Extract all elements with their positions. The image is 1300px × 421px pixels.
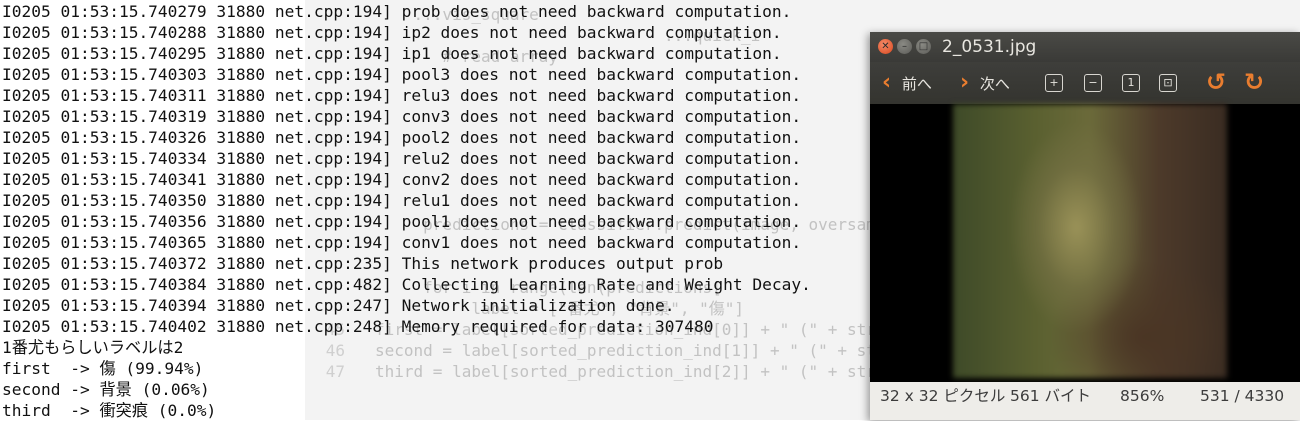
terminal-line: I0205 01:53:15.740311 31880 net.cpp:194]… [2, 86, 802, 105]
chevron-left-icon: ‹ [882, 70, 892, 95]
terminal-line: I0205 01:53:15.740365 31880 net.cpp:194]… [2, 233, 802, 252]
maximize-icon: □ [918, 41, 929, 52]
next-label: 次へ [979, 75, 1010, 93]
minimize-button[interactable]: – [897, 39, 912, 54]
terminal-line: first -> 傷 (99.94%) [2, 359, 204, 378]
image-filesize: 561 バイト [1010, 387, 1092, 405]
terminal-line: I0205 01:53:15.740326 31880 net.cpp:194]… [2, 128, 802, 147]
window-titlebar[interactable]: ✕ – □ 2_0531.jpg [870, 32, 1300, 62]
terminal-line: I0205 01:53:15.740402 31880 net.cpp:248]… [2, 317, 714, 336]
minimize-icon: – [902, 41, 907, 52]
terminal-line: I0205 01:53:15.740303 31880 net.cpp:194]… [2, 65, 802, 84]
image-dimensions: 32 x 32 ピクセル [880, 387, 1006, 405]
terminal-line: I0205 01:53:15.740295 31880 net.cpp:194]… [2, 44, 782, 63]
terminal-line: I0205 01:53:15.740279 31880 net.cpp:194]… [2, 2, 792, 21]
zoom-in-icon[interactable]: + [1045, 74, 1063, 92]
terminal-line: I0205 01:53:15.740341 31880 net.cpp:194]… [2, 170, 802, 189]
terminal-line: I0205 01:53:15.740288 31880 net.cpp:194]… [2, 23, 782, 42]
maximize-button[interactable]: □ [916, 39, 931, 54]
previous-label: 前へ [901, 75, 932, 93]
next-button[interactable]: › 次へ [960, 62, 1010, 104]
image-viewer-window: ✕ – □ 2_0531.jpg ‹ 前へ › 次へ + − 1 ⊡ ↺ ↻ 3… [870, 32, 1300, 420]
rotate-right-icon[interactable]: ↻ [1244, 68, 1264, 96]
terminal-line: I0205 01:53:15.740319 31880 net.cpp:194]… [2, 107, 802, 126]
terminal-line: I0205 01:53:15.740394 31880 net.cpp:247]… [2, 296, 675, 315]
terminal-line: I0205 01:53:15.740356 31880 net.cpp:194]… [2, 212, 802, 231]
terminal-line: 1番尤もらしいラベルは2 [2, 338, 184, 357]
chevron-right-icon: › [960, 70, 970, 95]
zoom-out-icon[interactable]: − [1084, 74, 1102, 92]
terminal-line: I0205 01:53:15.740350 31880 net.cpp:194]… [2, 191, 802, 210]
terminal-line: I0205 01:53:15.740372 31880 net.cpp:235]… [2, 254, 724, 273]
close-icon: ✕ [881, 41, 890, 52]
zoom-fit-icon[interactable]: ⊡ [1159, 74, 1177, 92]
previous-button[interactable]: ‹ 前へ [882, 62, 932, 104]
zoom-normal-icon[interactable]: 1 [1122, 74, 1140, 92]
terminal-line: I0205 01:53:15.740384 31880 net.cpp:482]… [2, 275, 811, 294]
terminal-line: I0205 01:53:15.740334 31880 net.cpp:194]… [2, 149, 802, 168]
viewer-statusbar: 32 x 32 ピクセル 561 バイト 856% 531 / 4330 [870, 382, 1300, 420]
image-position: 531 / 4330 [1200, 387, 1285, 405]
viewer-toolbar: ‹ 前へ › 次へ + − 1 ⊡ ↺ ↻ [870, 62, 1300, 104]
rotate-left-icon[interactable]: ↺ [1206, 68, 1226, 96]
displayed-image [953, 104, 1227, 378]
zoom-level: 856% [1120, 387, 1165, 405]
image-canvas[interactable] [870, 104, 1300, 382]
terminal-line: third -> 衝突痕 (0.0%) [2, 401, 217, 420]
terminal-line: second -> 背景 (0.06%) [2, 380, 210, 399]
close-button[interactable]: ✕ [878, 39, 893, 54]
window-title: 2_0531.jpg [942, 37, 1037, 57]
